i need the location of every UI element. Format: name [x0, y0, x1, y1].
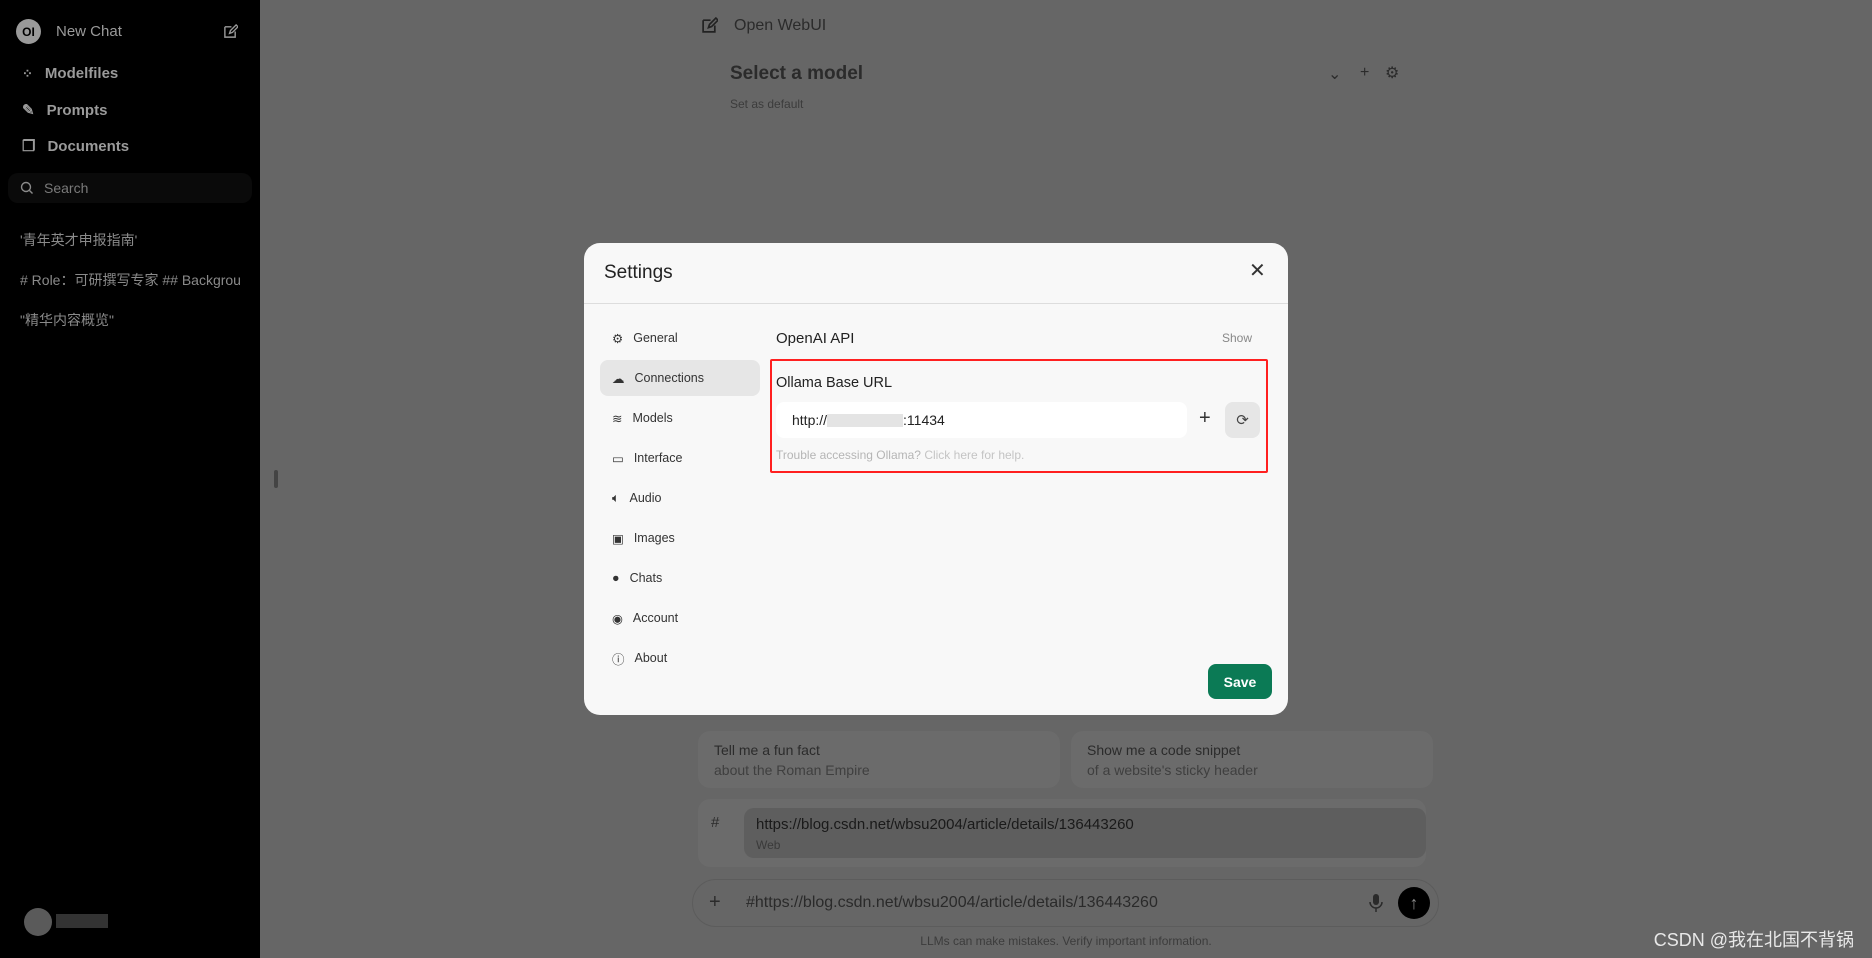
suggestion-title: Show me a code snippet	[1087, 742, 1241, 758]
tab-label: Interface	[633, 451, 683, 465]
avatar[interactable]	[24, 908, 52, 936]
ollama-url-input[interactable]: http:// :11434	[776, 402, 1187, 438]
add-model-icon[interactable]: +	[1360, 64, 1369, 82]
close-icon[interactable]: ✕	[1249, 258, 1266, 283]
search-icon	[20, 181, 33, 194]
tab-about[interactable]: ⓘ About	[600, 640, 760, 676]
tab-label: Audio	[629, 491, 662, 505]
suggestion-subtitle: about the Roman Empire	[714, 762, 870, 778]
ollama-url-label: Ollama Base URL	[776, 375, 893, 391]
tab-label: Chats	[629, 571, 663, 585]
ollama-help-text: Trouble accessing Ollama? Click here for…	[776, 448, 1024, 462]
tab-models[interactable]: ≋ Models	[600, 400, 760, 436]
microphone-icon[interactable]	[1369, 893, 1383, 913]
documents-icon: ❐	[22, 138, 36, 155]
sidebar-item-label: Documents	[47, 137, 130, 155]
info-icon: ⓘ	[612, 652, 625, 667]
edit-icon[interactable]	[223, 24, 238, 39]
suggestion-card[interactable]: Tell me a fun fact about the Roman Empir…	[698, 731, 1060, 788]
help-question: Trouble accessing Ollama?	[776, 448, 921, 462]
monitor-icon: ▭	[612, 451, 624, 466]
divider	[584, 303, 1288, 304]
save-button[interactable]: Save	[1208, 664, 1272, 699]
tab-account[interactable]: ◉ Account	[600, 600, 760, 636]
username-redacted	[56, 914, 108, 928]
speaker-icon: 🔈︎	[612, 490, 620, 505]
suggestion-card[interactable]: Show me a code snippet of a website's st…	[1071, 731, 1433, 788]
tab-audio[interactable]: 🔈︎ Audio	[600, 480, 760, 516]
app-title: Open WebUI	[734, 17, 827, 34]
chat-item[interactable]: '青年英才申报指南'	[20, 230, 250, 250]
tab-label: Connections	[634, 371, 705, 385]
model-select[interactable]: Select a model	[730, 63, 863, 85]
watermark: CSDN @我在北国不背锅	[1653, 930, 1854, 950]
web-ref-item[interactable]: https://blog.csdn.net/wbsu2004/article/d…	[744, 808, 1426, 858]
tab-chats[interactable]: ● Chats	[600, 560, 760, 596]
modelfiles-icon: ⁘	[22, 65, 33, 81]
gear-icon[interactable]: ⚙	[1385, 63, 1399, 83]
url-suffix: :11434	[903, 412, 945, 428]
tab-images[interactable]: ▣ Images	[600, 520, 760, 556]
search-placeholder: Search	[44, 180, 89, 196]
cloud-icon: ☁	[612, 371, 625, 386]
pencil-icon: ✎	[22, 102, 35, 119]
send-button[interactable]: ↑	[1398, 887, 1430, 919]
chat-item[interactable]: "精华内容概览"	[20, 310, 250, 330]
modal-title: Settings	[604, 262, 673, 283]
set-default-link[interactable]: Set as default	[730, 97, 803, 111]
tab-general[interactable]: ⚙ General	[600, 320, 760, 356]
sidebar-resize-handle[interactable]	[274, 470, 278, 488]
edit-icon[interactable]	[701, 17, 718, 34]
suggestion-title: Tell me a fun fact	[714, 742, 820, 758]
tab-label: Account	[632, 611, 679, 625]
search-input[interactable]: Search	[8, 173, 252, 203]
chevron-down-icon[interactable]: ⌄	[1328, 64, 1341, 84]
sidebar-item-modelfiles[interactable]: ⁘ Modelfiles	[22, 65, 118, 82]
suggestion-subtitle: of a website's sticky header	[1087, 762, 1258, 778]
hash-icon: #	[711, 814, 720, 831]
openai-api-label: OpenAI API	[776, 330, 855, 347]
tab-label: Images	[633, 531, 675, 545]
sidebar-item-documents[interactable]: ❐ Documents	[22, 137, 130, 156]
refresh-button[interactable]: ⟳	[1225, 402, 1260, 438]
sidebar-item-label: Prompts	[46, 101, 108, 119]
web-ref-type: Web	[756, 838, 781, 852]
tab-interface[interactable]: ▭ Interface	[600, 440, 760, 476]
tab-label: About	[634, 651, 668, 665]
logo-icon: OI	[16, 19, 41, 44]
chat-item[interactable]: # Role：可研撰写专家 ## Backgrou	[20, 270, 250, 290]
tab-label: Models	[632, 411, 673, 425]
web-ref-url: https://blog.csdn.net/wbsu2004/article/d…	[756, 816, 1134, 833]
tab-connections[interactable]: ☁ Connections	[600, 360, 760, 396]
chat-input[interactable]: #https://blog.csdn.net/wbsu2004/article/…	[746, 894, 1158, 912]
web-reference: # https://blog.csdn.net/wbsu2004/article…	[698, 799, 1426, 867]
add-url-plus-icon[interactable]: +	[1199, 407, 1211, 430]
chat-input-bar: + #https://blog.csdn.net/wbsu2004/articl…	[692, 879, 1439, 927]
refresh-icon: ⟳	[1236, 412, 1249, 429]
url-prefix: http://	[792, 412, 828, 428]
disclaimer: LLMs can make mistakes. Verify important…	[920, 934, 1212, 948]
settings-modal: Settings ✕ ⚙ General ☁ Connections ≋ Models…	[584, 243, 1288, 715]
database-icon: ≋	[612, 411, 623, 426]
sidebar: OI New Chat ⁘ Modelfiles ✎ Prompts ❐ Docume…	[0, 0, 260, 958]
tab-label: General	[633, 331, 678, 345]
new-chat-button[interactable]: New Chat	[56, 23, 122, 40]
help-link[interactable]: Click here for help.	[924, 448, 1024, 462]
sidebar-item-prompts[interactable]: ✎ Prompts	[22, 101, 108, 120]
sidebar-item-label: Modelfiles	[44, 65, 119, 82]
chat-bubble-icon: ●	[612, 571, 620, 585]
attach-plus-icon[interactable]: +	[709, 891, 721, 914]
show-openai-toggle[interactable]: Show	[1222, 331, 1252, 345]
user-circle-icon: ◉	[612, 611, 623, 626]
gear-icon: ⚙	[612, 331, 624, 346]
image-icon: ▣	[612, 531, 624, 546]
redacted-host	[827, 413, 904, 427]
